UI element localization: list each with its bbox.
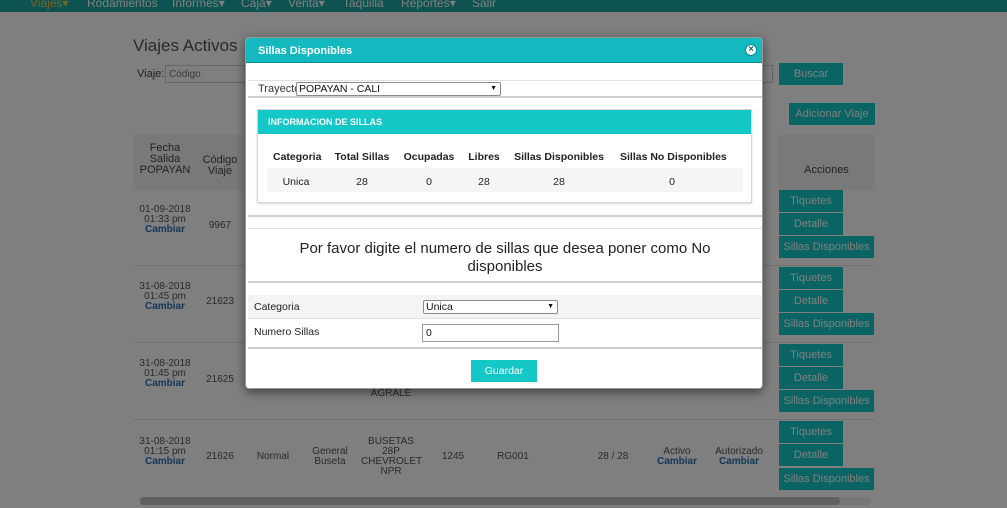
cell-disponibles: 28 bbox=[553, 176, 565, 188]
dropdown-arrow-icon: ▼ bbox=[547, 303, 554, 310]
numero-label: Numero Sillas bbox=[254, 326, 320, 338]
seats-info-panel: INFORMACION DE SILLAS Categoria Total Si… bbox=[257, 109, 752, 203]
cell-ocupadas: 0 bbox=[426, 176, 432, 188]
col-header-ocupadas: Ocupadas bbox=[403, 151, 455, 163]
categoria-select[interactable]: Unica ▼ bbox=[423, 300, 558, 314]
modal-title: Sillas Disponibles bbox=[258, 45, 353, 57]
trayecto-select[interactable]: POPAYAN - CALI ▼ bbox=[296, 82, 501, 96]
col-header-libres: Libres bbox=[468, 151, 500, 163]
save-button[interactable]: Guardar bbox=[471, 360, 537, 382]
trayecto-label: Trayecto bbox=[258, 83, 301, 95]
cell-libres: 28 bbox=[478, 176, 490, 188]
numero-sillas-input[interactable] bbox=[422, 324, 559, 342]
cell-categoria: Unica bbox=[282, 176, 310, 188]
divider bbox=[248, 228, 762, 229]
divider bbox=[248, 281, 762, 283]
divider bbox=[248, 96, 762, 98]
close-icon[interactable]: × bbox=[745, 44, 757, 56]
col-header-categoria: Categoria bbox=[273, 151, 322, 163]
divider bbox=[248, 347, 762, 349]
modal-header: Sillas Disponibles × bbox=[246, 38, 762, 63]
cell-no-disponibles: 0 bbox=[669, 176, 675, 188]
prompt-text: Por favor digite el numero de sillas que… bbox=[299, 240, 711, 275]
available-seats-modal: Sillas Disponibles × Trayecto POPAYAN - … bbox=[245, 37, 763, 389]
col-header-total: Total Sillas bbox=[334, 151, 390, 163]
divider bbox=[248, 215, 762, 217]
panel-title: INFORMACION DE SILLAS bbox=[268, 117, 382, 127]
col-header-disponibles: Sillas Disponibles bbox=[514, 151, 604, 163]
col-header-no-disponibles: Sillas No Disponibles bbox=[620, 151, 727, 163]
divider bbox=[248, 80, 762, 81]
dropdown-arrow-icon: ▼ bbox=[490, 85, 497, 92]
panel-header: INFORMACION DE SILLAS bbox=[258, 110, 751, 134]
categoria-label: Categoria bbox=[254, 301, 300, 313]
cell-total: 28 bbox=[356, 176, 368, 188]
